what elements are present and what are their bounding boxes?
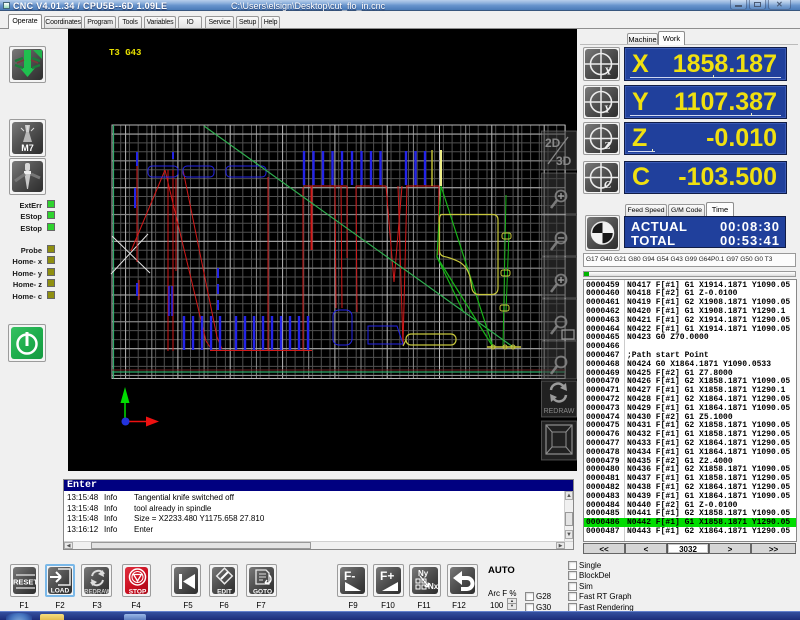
svg-text:3D: 3D [556, 154, 572, 168]
svg-text:Z: Z [603, 140, 611, 152]
svg-text:M7: M7 [21, 143, 34, 153]
svg-text:F-: F- [344, 569, 355, 583]
svg-text:C: C [604, 179, 612, 191]
svg-text:GOTO: GOTO [253, 589, 272, 595]
svg-text:2D: 2D [545, 136, 561, 150]
svg-text:F+: F+ [380, 569, 394, 583]
svg-text:REDRAW: REDRAW [544, 408, 575, 415]
svg-text:REDRAW: REDRAW [84, 590, 109, 595]
svg-text:EDIT: EDIT [217, 589, 232, 595]
svg-text:Ny: Ny [418, 569, 429, 578]
svg-text:X: X [603, 66, 612, 78]
svg-text:STOP: STOP [129, 589, 147, 595]
svg-text:LOAD: LOAD [51, 588, 70, 595]
svg-text:RESET: RESET [13, 578, 36, 587]
